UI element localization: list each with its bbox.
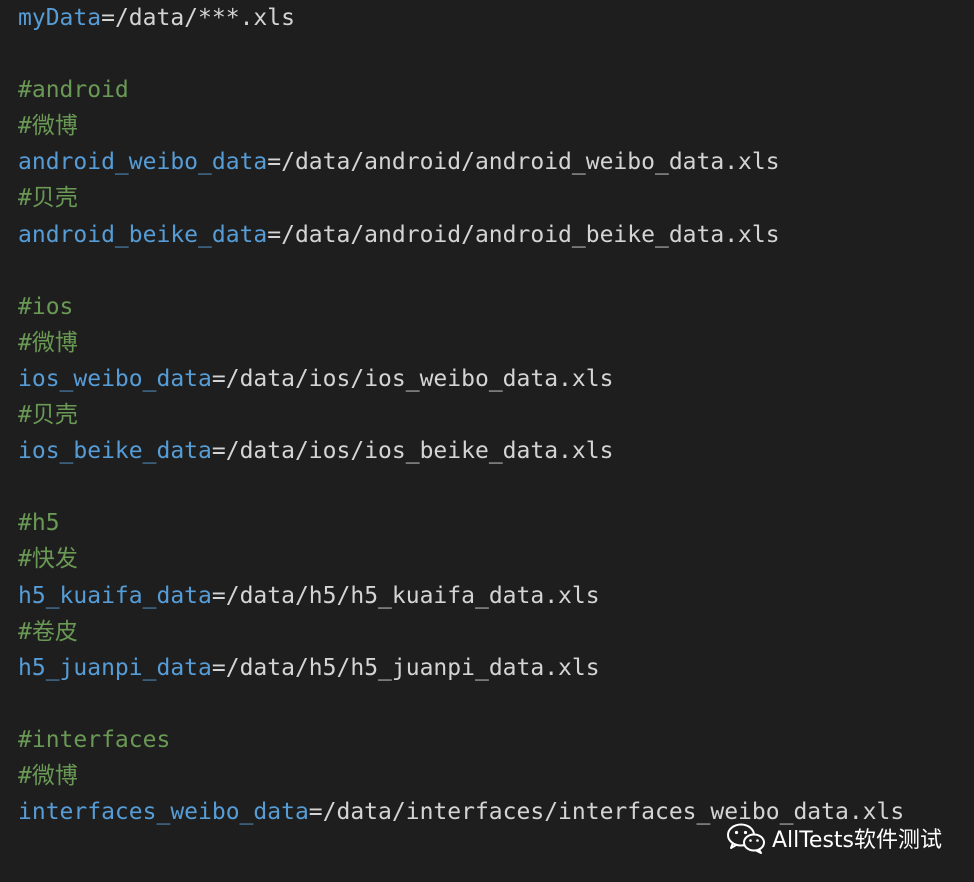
comment-text: #贝壳 [18, 185, 78, 212]
config-key: interfaces_weibo_data [18, 799, 309, 826]
comment-text: #h5 [18, 510, 60, 537]
comment-line: #微博 [18, 108, 968, 144]
config-value: =/data/***.xls [101, 5, 295, 31]
code-editor[interactable]: myData=/data/***.xls #android #微博 android_… [18, 0, 968, 830]
comment-line: #微博 [18, 325, 968, 361]
config-value: =/data/android/android_weibo_data.xls [267, 149, 780, 176]
config-key: android_beike_data [18, 221, 268, 248]
comment-line: #贝壳 [18, 180, 968, 216]
config-key: myData [18, 5, 102, 31]
comment-line: #h5 [18, 505, 968, 541]
comment-line: #interfaces [18, 722, 968, 758]
config-line: myData=/data/***.xls [18, 0, 968, 36]
config-key: ios_weibo_data [18, 365, 212, 392]
config-line: h5_juanpi_data=/data/h5/h5_juanpi_data.x… [18, 650, 968, 686]
watermark-text: AllTests软件测试 [771, 828, 942, 853]
config-line: android_beike_data=/data/android/android… [18, 217, 968, 253]
comment-text: #快发 [18, 546, 78, 573]
comment-text: #interfaces [18, 726, 171, 753]
watermark: AllTests软件测试 [726, 822, 942, 854]
comment-text: #android [18, 77, 129, 104]
comment-text: #卷皮 [18, 618, 78, 645]
config-value: =/data/h5/h5_juanpi_data.xls [211, 654, 600, 681]
config-line: ios_beike_data=/data/ios/ios_beike_data.… [18, 433, 968, 469]
comment-line: #贝壳 [18, 397, 968, 433]
comment-line: #微博 [18, 758, 968, 794]
config-value: =/data/h5/h5_kuaifa_data.xls [211, 582, 600, 609]
config-key: h5_kuaifa_data [18, 582, 212, 609]
config-line: h5_kuaifa_data=/data/h5/h5_kuaifa_data.x… [18, 578, 968, 614]
comment-line: #快发 [18, 541, 968, 577]
comment-text: #微博 [18, 329, 78, 356]
config-key: android_weibo_data [18, 149, 268, 176]
comment-text: #贝壳 [18, 402, 78, 429]
config-value: =/data/ios/ios_weibo_data.xls [211, 365, 614, 392]
comment-line: #android [18, 72, 968, 108]
comment-text: #ios [18, 293, 74, 320]
config-value: =/data/ios/ios_beike_data.xls [211, 438, 614, 465]
comment-line: #ios [18, 289, 968, 325]
config-value: =/data/android/android_beike_data.xls [267, 221, 780, 248]
config-line: android_weibo_data=/data/android/android… [18, 144, 968, 180]
comment-text: #微博 [18, 762, 78, 789]
config-line: ios_weibo_data=/data/ios/ios_weibo_data.… [18, 361, 968, 397]
wechat-icon [726, 822, 766, 854]
config-key: ios_beike_data [18, 438, 212, 465]
comment-text: #微博 [18, 113, 78, 140]
config-key: h5_juanpi_data [18, 654, 212, 681]
comment-line: #卷皮 [18, 614, 968, 650]
